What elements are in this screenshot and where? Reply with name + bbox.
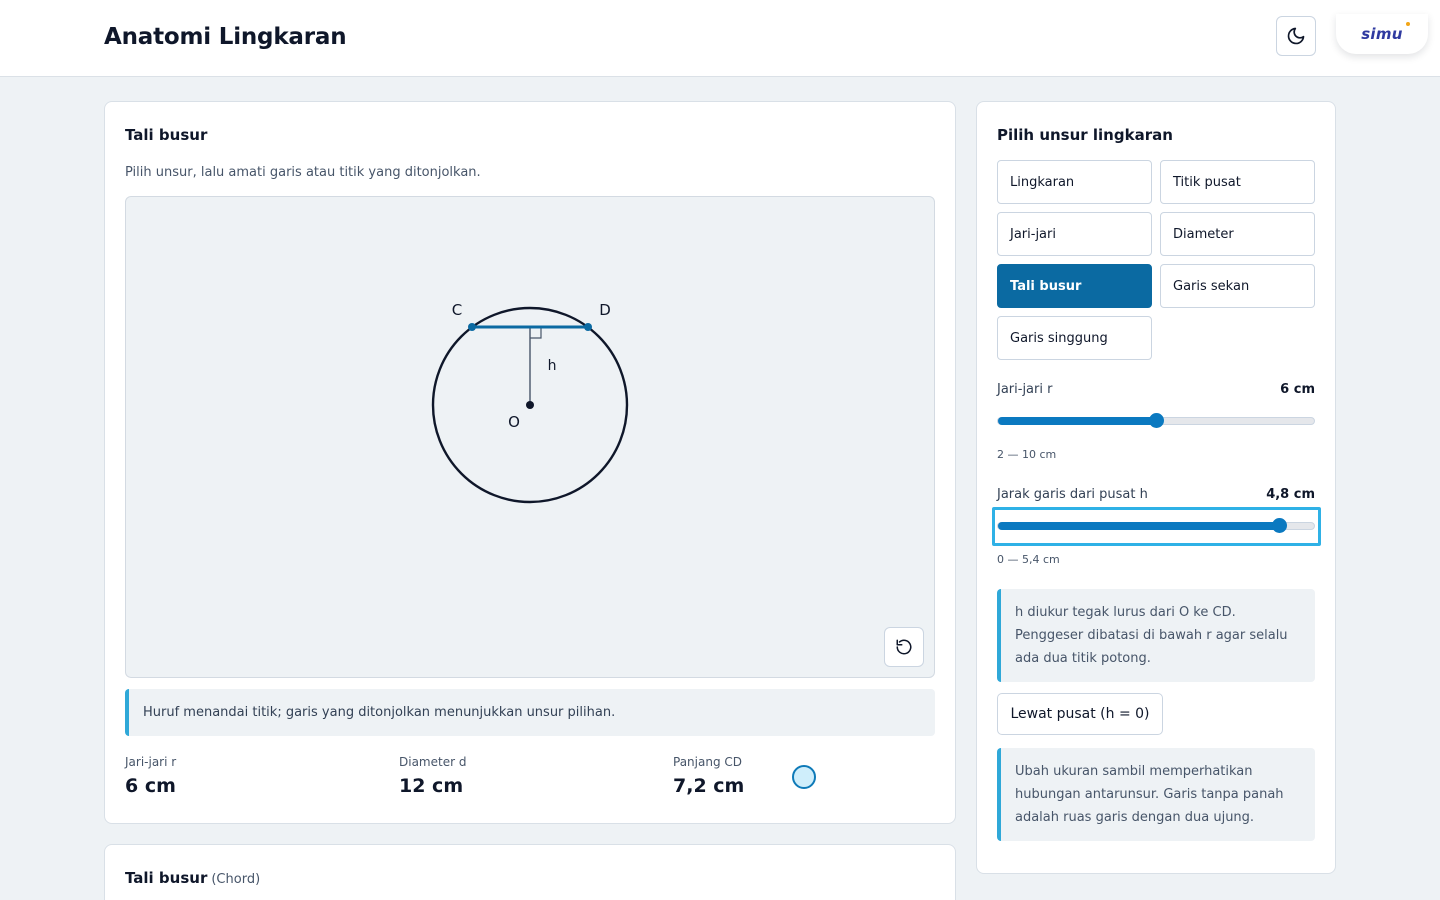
distance-slider[interactable]	[997, 518, 1315, 533]
element-instruction: Pilih unsur, lalu amati garis atau titik…	[125, 165, 481, 180]
label-o: O	[508, 413, 520, 431]
panel-title: Pilih unsur lingkaran	[997, 126, 1173, 144]
top-bar: Anatomi Lingkaran simu	[0, 0, 1440, 77]
radius-slider[interactable]	[997, 413, 1315, 428]
element-button-tali-busur[interactable]: Tali busur	[997, 264, 1152, 308]
element-button-garis-singgung[interactable]: Garis singgung	[997, 316, 1152, 360]
diagram-hint: Huruf menandai titik; garis yang ditonjo…	[125, 689, 935, 736]
stat-radius-label: Jari-jari r	[125, 755, 177, 769]
theme-toggle-button[interactable]	[1276, 16, 1316, 56]
rotate-ccw-icon	[896, 639, 912, 655]
right-angle-marker	[530, 327, 542, 339]
diagram-canvas: C D h O	[125, 196, 935, 678]
stat-chord-length: Panjang CD 7,2 cm	[673, 755, 744, 797]
stat-diameter-value: 12 cm	[399, 775, 464, 797]
radius-range-note: 2 — 10 cm	[997, 448, 1057, 461]
distance-slider-thumb[interactable]	[1271, 518, 1287, 533]
distance-slider-value: 4,8 cm	[1266, 487, 1315, 502]
distance-range-note: 0 — 5,4 cm	[997, 553, 1060, 566]
stat-diameter: Diameter d 12 cm	[399, 755, 466, 797]
brand-logo[interactable]: simu	[1336, 14, 1428, 54]
radius-slider-label: Jari-jari r	[997, 382, 1053, 397]
label-c: C	[452, 301, 462, 319]
radius-slider-fill	[998, 417, 1156, 425]
main-card: Tali busur Pilih unsur, lalu amati garis…	[104, 101, 956, 824]
element-button-diameter[interactable]: Diameter	[1160, 212, 1315, 256]
stat-radius: Jari-jari r 6 cm	[125, 755, 176, 797]
stat-diameter-label: Diameter d	[399, 755, 467, 769]
control-panel: Pilih unsur lingkaran Lingkaran Titik pu…	[976, 101, 1336, 874]
label-d: D	[599, 301, 611, 319]
reset-view-button[interactable]	[884, 627, 924, 667]
distance-slider-fill	[998, 522, 1279, 530]
definition-title-text: Tali busur	[125, 869, 208, 887]
center-point-o	[526, 401, 534, 409]
distance-slider-label: Jarak garis dari pusat h	[997, 487, 1148, 502]
point-c	[468, 323, 476, 331]
element-button-titik-pusat[interactable]: Titik pusat	[1160, 160, 1315, 204]
moon-icon	[1287, 27, 1305, 45]
radius-slider-thumb[interactable]	[1149, 413, 1164, 428]
label-h: h	[548, 358, 557, 374]
stat-chord-value: 7,2 cm	[673, 775, 745, 797]
radius-slider-value: 6 cm	[1280, 382, 1315, 397]
definition-card: Tali busur (Chord)	[104, 844, 956, 900]
distance-explanation: h diukur tegak lurus dari O ke CD. Pengg…	[997, 589, 1315, 682]
element-button-lingkaran[interactable]: Lingkaran	[997, 160, 1152, 204]
pass-center-button[interactable]: Lewat pusat (h = 0)	[997, 693, 1163, 735]
element-button-garis-sekan[interactable]: Garis sekan	[1160, 264, 1315, 308]
logo-text: simu	[1361, 25, 1403, 43]
logo-dot	[1406, 22, 1410, 26]
stat-chord-label: Panjang CD	[673, 755, 742, 769]
panel-tip: Ubah ukuran sambil memperhatikan hubunga…	[997, 748, 1315, 841]
stat-radius-value: 6 cm	[125, 775, 176, 797]
point-d	[584, 323, 592, 331]
circle-indicator-icon	[792, 765, 816, 789]
app-title: Anatomi Lingkaran	[104, 24, 347, 50]
element-button-jari-jari[interactable]: Jari-jari	[997, 212, 1152, 256]
definition-title-english: (Chord)	[211, 872, 261, 887]
definition-title: Tali busur (Chord)	[125, 869, 260, 887]
element-title: Tali busur	[125, 126, 208, 144]
circle-diagram: C D h O	[431, 301, 629, 504]
